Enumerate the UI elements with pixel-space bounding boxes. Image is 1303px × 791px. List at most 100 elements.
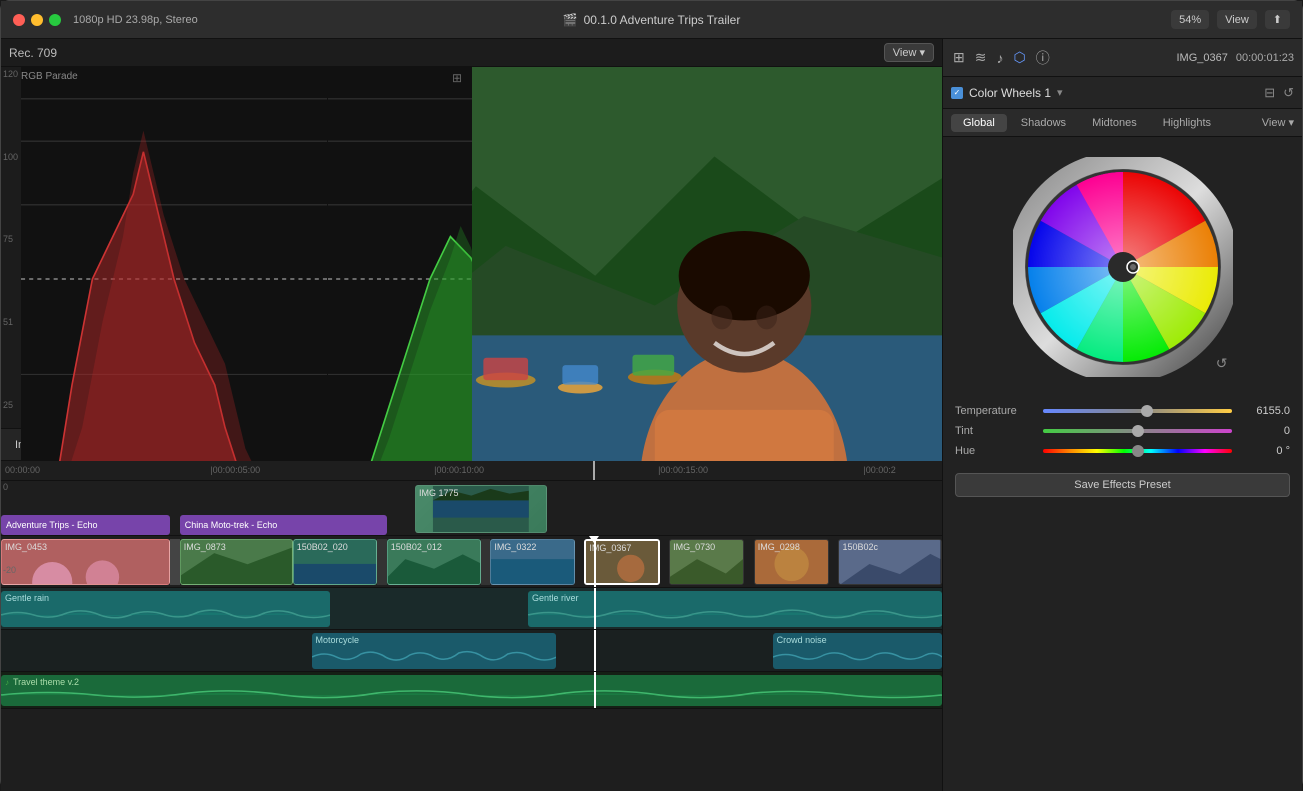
- tint-value: 0: [1240, 425, 1290, 437]
- connected-clip-img1775[interactable]: IMG 1775: [415, 485, 547, 533]
- ruler-playhead: [593, 461, 595, 480]
- left-panel: Rec. 709 View ▾ 120 100 75 51 25 0 -20 R…: [1, 39, 942, 791]
- audio-gentle-rain[interactable]: Gentle rain: [1, 591, 330, 627]
- inspector-layout-icon[interactable]: ⊞: [951, 47, 967, 68]
- clip-150b02c-label: 150B02c: [842, 542, 878, 552]
- window-controls[interactable]: [13, 14, 61, 26]
- tint-row: Tint 0: [955, 425, 1290, 437]
- tint-thumb[interactable]: [1132, 425, 1144, 437]
- music-track: ♪ Travel theme v.2: [1, 672, 942, 709]
- clip-150b02020-label: 150B02_020: [297, 542, 348, 552]
- timeline-playhead: [594, 536, 596, 587]
- close-button[interactable]: [13, 14, 25, 26]
- clip-img0873[interactable]: IMG_0873: [180, 539, 293, 585]
- inspector-scopes-icon[interactable]: ≋: [973, 47, 989, 68]
- maximize-button[interactable]: [49, 14, 61, 26]
- hue-thumb[interactable]: [1132, 445, 1144, 457]
- clip-150b02020[interactable]: 150B02_020: [293, 539, 378, 585]
- hue-label: Hue: [955, 445, 1035, 457]
- temperature-row: Temperature 6155.0: [955, 405, 1290, 417]
- color-wheels-bar: ✓ Color Wheels 1 ▾ ⊟ ↺: [943, 77, 1302, 109]
- scopes-title: Rec. 709: [9, 46, 57, 60]
- audio-motorcycle[interactable]: Motorcycle: [312, 633, 557, 669]
- titlebar-icons[interactable]: 54% View ⬆: [1171, 10, 1290, 29]
- color-wheel-container[interactable]: ↺: [943, 137, 1302, 397]
- title-clip-1[interactable]: China Moto-trek - Echo: [180, 515, 387, 535]
- color-balance-icon[interactable]: ⊟: [1264, 85, 1275, 101]
- motorcycle-label: Motorcycle: [316, 635, 360, 645]
- hue-row: Hue 0 °: [955, 445, 1290, 457]
- color-wheel-svg[interactable]: [1013, 157, 1233, 377]
- scopes-area: Rec. 709 View ▾ 120 100 75 51 25 0 -20 R…: [1, 39, 942, 429]
- project-title: 00.1.0 Adventure Trips Trailer: [584, 13, 741, 27]
- ruler-mark-0: 00:00:00: [5, 465, 40, 475]
- gentle-river-label: Gentle river: [532, 593, 579, 603]
- view-button[interactable]: View: [1217, 10, 1257, 29]
- clip-img0730[interactable]: IMG_0730: [669, 539, 744, 585]
- playhead-head: [589, 536, 599, 543]
- clip-150b02012[interactable]: 150B02_012: [387, 539, 481, 585]
- save-effects-preset-button[interactable]: Save Effects Preset: [955, 473, 1290, 497]
- tab-view-btn[interactable]: View ▾: [1262, 116, 1294, 129]
- tab-midtones[interactable]: Midtones: [1080, 114, 1149, 132]
- clip-150b02012-label: 150B02_012: [391, 542, 442, 552]
- color-sliders: Temperature 6155.0 Tint 0 Hue 0: [943, 397, 1302, 465]
- temperature-label: Temperature: [955, 405, 1035, 417]
- music-waveform: [1, 686, 942, 704]
- playhead-music: [594, 672, 596, 708]
- tab-highlights[interactable]: Highlights: [1151, 114, 1223, 132]
- clip-img0453[interactable]: IMG_0453: [1, 539, 170, 585]
- titlebar-center: 🎬 00.1.0 Adventure Trips Trailer: [563, 13, 741, 27]
- gentle-rain-waveform: [1, 605, 330, 625]
- clip-150b02c[interactable]: 150B02c: [838, 539, 942, 585]
- zoom-level[interactable]: 54%: [1171, 10, 1209, 29]
- inspector-timecode: 00:00:01:23: [1236, 52, 1294, 64]
- motorcycle-waveform: [312, 647, 557, 667]
- clip-img0873-label: IMG_0873: [184, 542, 226, 552]
- ruler-marks: 00:00:00 |00:00:05:00 |00:00:10:00 |00:0…: [5, 461, 938, 480]
- color-wheel-reset-btn[interactable]: ↺: [1216, 355, 1228, 372]
- clip-img0322[interactable]: IMG_0322: [490, 539, 575, 585]
- scope-screenshot-icon[interactable]: ⊞: [452, 71, 462, 85]
- gap-1: [170, 539, 179, 585]
- ruler-mark-10: |00:00:10:00: [434, 465, 484, 475]
- timeline-ruler: 00:00:00 |00:00:05:00 |00:00:10:00 |00:0…: [1, 461, 942, 481]
- clip-img0453-label: IMG_0453: [5, 542, 47, 552]
- color-reset-icon[interactable]: ↺: [1283, 85, 1294, 101]
- share-button[interactable]: ⬆: [1265, 10, 1290, 29]
- clip-img0730-label: IMG_0730: [673, 542, 715, 552]
- color-wheels-dropdown[interactable]: ▾: [1057, 86, 1063, 99]
- title-clip-0[interactable]: Adventure Trips - Echo: [1, 515, 170, 535]
- audio-track-2: Motorcycle Crowd noise: [1, 630, 942, 672]
- tab-global[interactable]: Global: [951, 114, 1007, 132]
- inspector-audio-icon[interactable]: ♪: [994, 48, 1005, 68]
- scopes-view-button[interactable]: View ▾: [884, 43, 934, 62]
- minimize-button[interactable]: [31, 14, 43, 26]
- inspector-info-icon[interactable]: ⓘ: [1034, 46, 1052, 70]
- inspector-toolbar-right: IMG_0367 00:00:01:23: [1177, 52, 1295, 64]
- tab-shadows[interactable]: Shadows: [1009, 114, 1078, 132]
- clip-img0298[interactable]: IMG_0298: [754, 539, 829, 585]
- img1775-label: IMG 1775: [419, 488, 459, 498]
- color-wheels-checkbox[interactable]: ✓: [951, 87, 963, 99]
- project-icon: 🎬: [563, 13, 578, 27]
- gentle-river-waveform: [528, 605, 942, 625]
- audio-crowd-noise[interactable]: Crowd noise: [773, 633, 942, 669]
- inspector-toolbar: ⊞ ≋ ♪ ⬡ ⓘ IMG_0367 00:00:01:23: [943, 39, 1302, 77]
- audio-gentle-river[interactable]: Gentle river: [528, 591, 942, 627]
- hue-value: 0 °: [1240, 445, 1290, 457]
- titlebar-meta: 1080p HD 23.98p, Stereo: [73, 14, 198, 26]
- crowd-noise-waveform: [773, 647, 942, 667]
- tint-slider[interactable]: [1043, 429, 1232, 433]
- color-wheel-wrapper[interactable]: ↺: [1013, 157, 1233, 377]
- gentle-rain-label: Gentle rain: [5, 593, 49, 603]
- temperature-thumb[interactable]: [1141, 405, 1153, 417]
- music-travel-theme[interactable]: ♪ Travel theme v.2: [1, 675, 942, 706]
- color-wheels-bar-icons[interactable]: ⊟ ↺: [1264, 85, 1294, 101]
- main-layout: Rec. 709 View ▾ 120 100 75 51 25 0 -20 R…: [1, 39, 1302, 791]
- inspector-filename: IMG_0367: [1177, 52, 1228, 64]
- temperature-slider[interactable]: [1043, 409, 1232, 413]
- inspector-color-icon[interactable]: ⬡: [1011, 47, 1027, 68]
- hue-slider[interactable]: [1043, 449, 1232, 453]
- gap-3: [481, 539, 490, 585]
